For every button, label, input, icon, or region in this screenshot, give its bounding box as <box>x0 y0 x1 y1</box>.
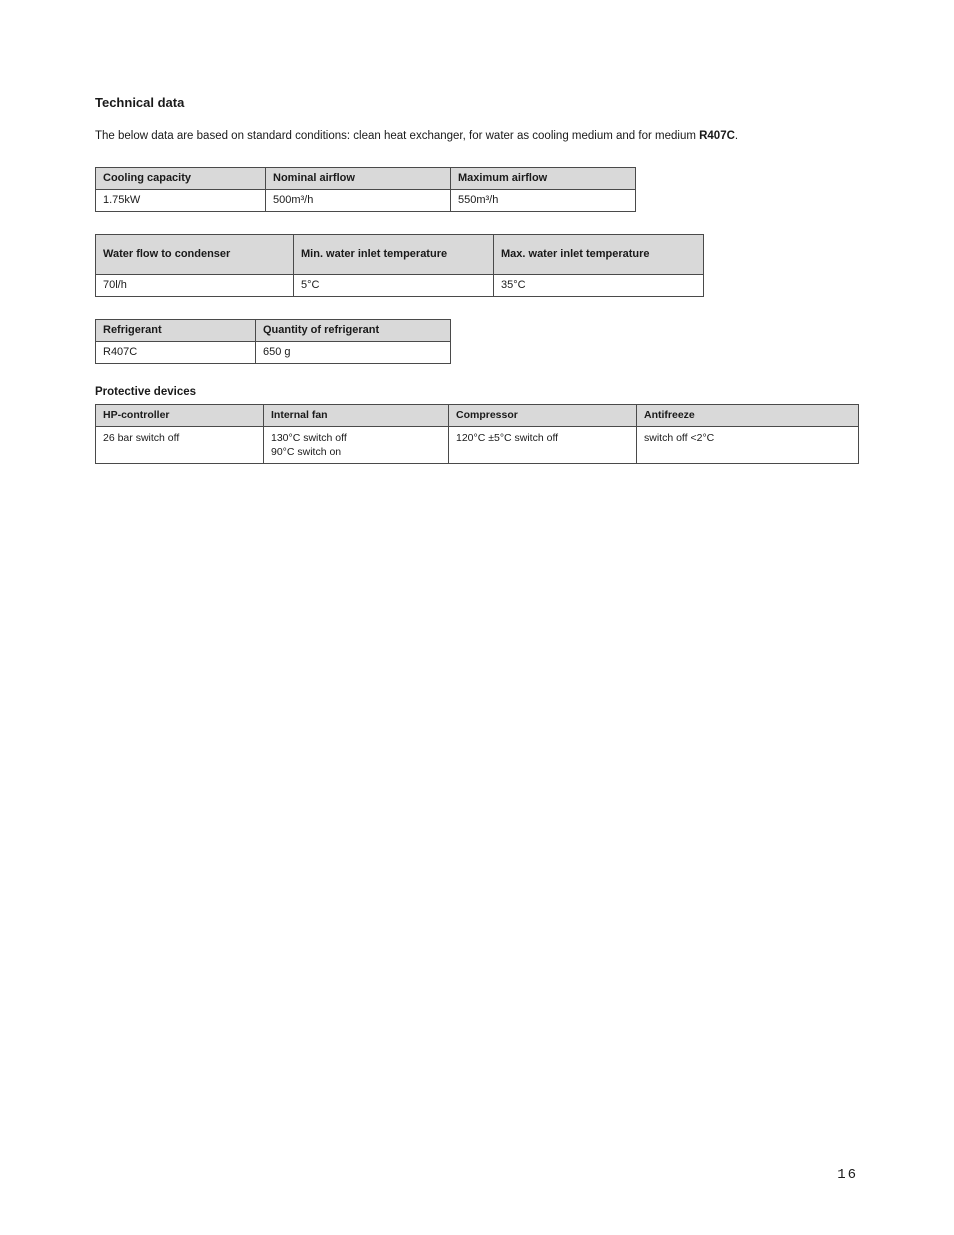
cell-water-flow: 70l/h <box>96 275 294 297</box>
intro-paragraph: The below data are based on standard con… <box>95 128 859 145</box>
cell-quantity-refrigerant: 650 g <box>256 342 451 364</box>
intro-prefix: The below data are based on standard con… <box>95 130 699 142</box>
cell-hp-controller: 26 bar switch off <box>96 426 264 463</box>
col-max-water-temp: Max. water inlet temperature <box>494 235 704 275</box>
cell-min-water-temp: 5°C <box>294 275 494 297</box>
table-row: 70l/h 5°C 35°C <box>96 275 704 297</box>
cell-internal-fan: 130°C switch off90°C switch on <box>264 426 449 463</box>
col-maximum-airflow: Maximum airflow <box>451 168 636 190</box>
table-row: 1.75kW 500m³/h 550m³/h <box>96 190 636 212</box>
col-refrigerant: Refrigerant <box>96 320 256 342</box>
col-compressor: Compressor <box>449 404 637 426</box>
table-header-row: Water flow to condenser Min. water inlet… <box>96 235 704 275</box>
cell-refrigerant: R407C <box>96 342 256 364</box>
intro-bold: R407C <box>699 130 735 142</box>
col-min-water-temp: Min. water inlet temperature <box>294 235 494 275</box>
protective-devices-table: HP-controller Internal fan Compressor An… <box>95 404 859 464</box>
table-row: 26 bar switch off 130°C switch off90°C s… <box>96 426 859 463</box>
cell-maximum-airflow: 550m³/h <box>451 190 636 212</box>
table-header-row: HP-controller Internal fan Compressor An… <box>96 404 859 426</box>
col-water-flow: Water flow to condenser <box>96 235 294 275</box>
cell-max-water-temp: 35°C <box>494 275 704 297</box>
col-quantity-refrigerant: Quantity of refrigerant <box>256 320 451 342</box>
col-antifreeze: Antifreeze <box>637 404 859 426</box>
table-header-row: Cooling capacity Nominal airflow Maximum… <box>96 168 636 190</box>
page-number: 16 <box>837 1167 858 1183</box>
col-cooling-capacity: Cooling capacity <box>96 168 266 190</box>
cooling-airflow-table: Cooling capacity Nominal airflow Maximum… <box>95 167 636 212</box>
table-header-row: Refrigerant Quantity of refrigerant <box>96 320 451 342</box>
section-heading: Technical data <box>95 95 859 110</box>
intro-suffix: . <box>735 130 738 142</box>
col-hp-controller: HP-controller <box>96 404 264 426</box>
refrigerant-table: Refrigerant Quantity of refrigerant R407… <box>95 319 451 364</box>
col-internal-fan: Internal fan <box>264 404 449 426</box>
protective-devices-caption: Protective devices <box>95 386 859 398</box>
col-nominal-airflow: Nominal airflow <box>266 168 451 190</box>
cell-cooling-capacity: 1.75kW <box>96 190 266 212</box>
water-condenser-table: Water flow to condenser Min. water inlet… <box>95 234 704 297</box>
cell-compressor: 120°C ±5°C switch off <box>449 426 637 463</box>
cell-nominal-airflow: 500m³/h <box>266 190 451 212</box>
cell-antifreeze: switch off <2°C <box>637 426 859 463</box>
table-row: R407C 650 g <box>96 342 451 364</box>
